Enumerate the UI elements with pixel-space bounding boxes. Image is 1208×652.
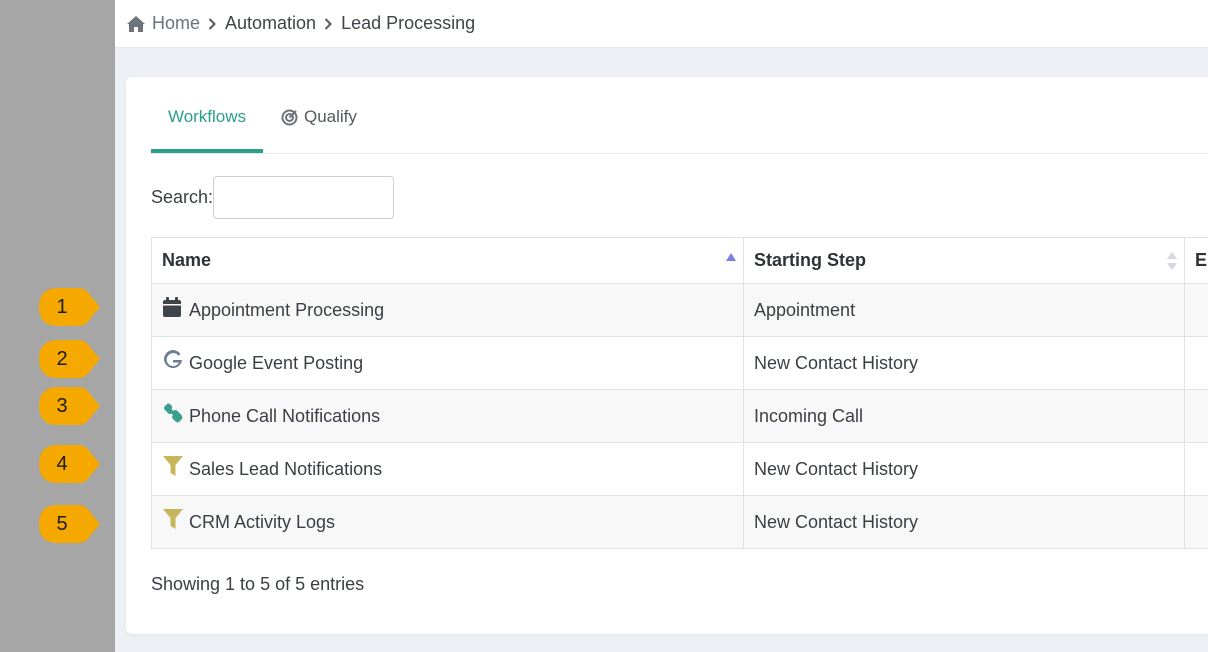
workflows-card: Workflows Qualify Search: Name Starting … <box>126 77 1208 634</box>
search-label: Search: <box>151 187 214 207</box>
callout-marker-3: 3 <box>38 386 102 426</box>
starting-step: New Contact History <box>743 336 1185 390</box>
chevron-right-icon <box>208 17 216 30</box>
table-row[interactable]: Phone Call Notifications Incoming Call <box>151 389 1208 443</box>
tab-qualify[interactable]: Qualify <box>281 107 357 153</box>
table-header-row: Name Starting Step Er <box>151 237 1208 284</box>
sort-icon <box>1167 252 1177 270</box>
workflow-name[interactable]: CRM Activity Logs <box>189 512 335 533</box>
breadcrumb: Home Automation Lead Processing <box>115 0 1208 48</box>
tab-bar: Workflows Qualify <box>151 77 1208 154</box>
column-header-label: Starting Step <box>754 250 867 270</box>
starting-step: Appointment <box>743 283 1185 337</box>
breadcrumb-home-label: Home <box>152 13 201 33</box>
callout-number: 4 <box>56 453 68 475</box>
breadcrumb-home[interactable]: Home <box>126 13 200 34</box>
callout-number: 2 <box>56 348 68 370</box>
main-content: Home Automation Lead Processing Workflow… <box>115 0 1208 652</box>
workflows-table: Name Starting Step Er <box>151 237 1208 549</box>
callout-number: 3 <box>56 395 68 417</box>
extra-cell <box>1184 283 1208 337</box>
funnel-icon <box>162 508 186 530</box>
column-header-starting-step[interactable]: Starting Step <box>743 237 1185 284</box>
callout-marker-1: 1 <box>38 287 102 327</box>
starting-step: Incoming Call <box>743 389 1185 443</box>
column-header-label: Name <box>162 250 212 270</box>
extra-cell <box>1184 495 1208 549</box>
callout-marker-4: 4 <box>38 444 102 484</box>
workflow-name[interactable]: Sales Lead Notifications <box>189 459 382 480</box>
callout-marker-5: 5 <box>38 504 102 544</box>
starting-step: New Contact History <box>743 442 1185 496</box>
table-row[interactable]: Appointment Processing Appointment <box>151 283 1208 337</box>
callout-marker-2: 2 <box>38 339 102 379</box>
search-row: Search: <box>151 176 395 219</box>
table-row[interactable]: Google Event Posting New Contact History <box>151 336 1208 390</box>
google-icon <box>162 349 186 371</box>
callout-number: 1 <box>56 296 68 318</box>
extra-cell <box>1184 336 1208 390</box>
column-header-name[interactable]: Name <box>151 237 744 284</box>
callout-number: 5 <box>56 513 68 535</box>
workflow-name[interactable]: Phone Call Notifications <box>189 406 380 427</box>
chevron-right-icon <box>324 17 332 30</box>
column-header-label: Er <box>1195 250 1208 270</box>
tab-qualify-label: Qualify <box>304 107 357 126</box>
breadcrumb-automation[interactable]: Automation <box>225 13 316 34</box>
funnel-icon <box>162 455 186 477</box>
phone-icon <box>162 402 186 424</box>
table-row[interactable]: CRM Activity Logs New Contact History <box>151 495 1208 549</box>
home-icon <box>127 15 145 32</box>
table-row[interactable]: Sales Lead Notifications New Contact His… <box>151 442 1208 496</box>
tab-workflows-label: Workflows <box>167 107 247 126</box>
sort-ascending-icon <box>726 253 736 261</box>
table-info: Showing 1 to 5 of 5 entries <box>151 574 365 594</box>
bullseye-icon <box>281 109 298 126</box>
search-input[interactable] <box>213 176 395 219</box>
extra-cell <box>1184 389 1208 443</box>
workflow-name[interactable]: Appointment Processing <box>189 300 384 321</box>
breadcrumb-lead-processing: Lead Processing <box>341 13 476 33</box>
column-header-extra[interactable]: Er <box>1184 237 1208 284</box>
starting-step: New Contact History <box>743 495 1185 549</box>
tab-workflows[interactable]: Workflows <box>151 107 263 153</box>
extra-cell <box>1184 442 1208 496</box>
calendar-icon <box>162 296 186 318</box>
workflow-name[interactable]: Google Event Posting <box>189 353 363 374</box>
